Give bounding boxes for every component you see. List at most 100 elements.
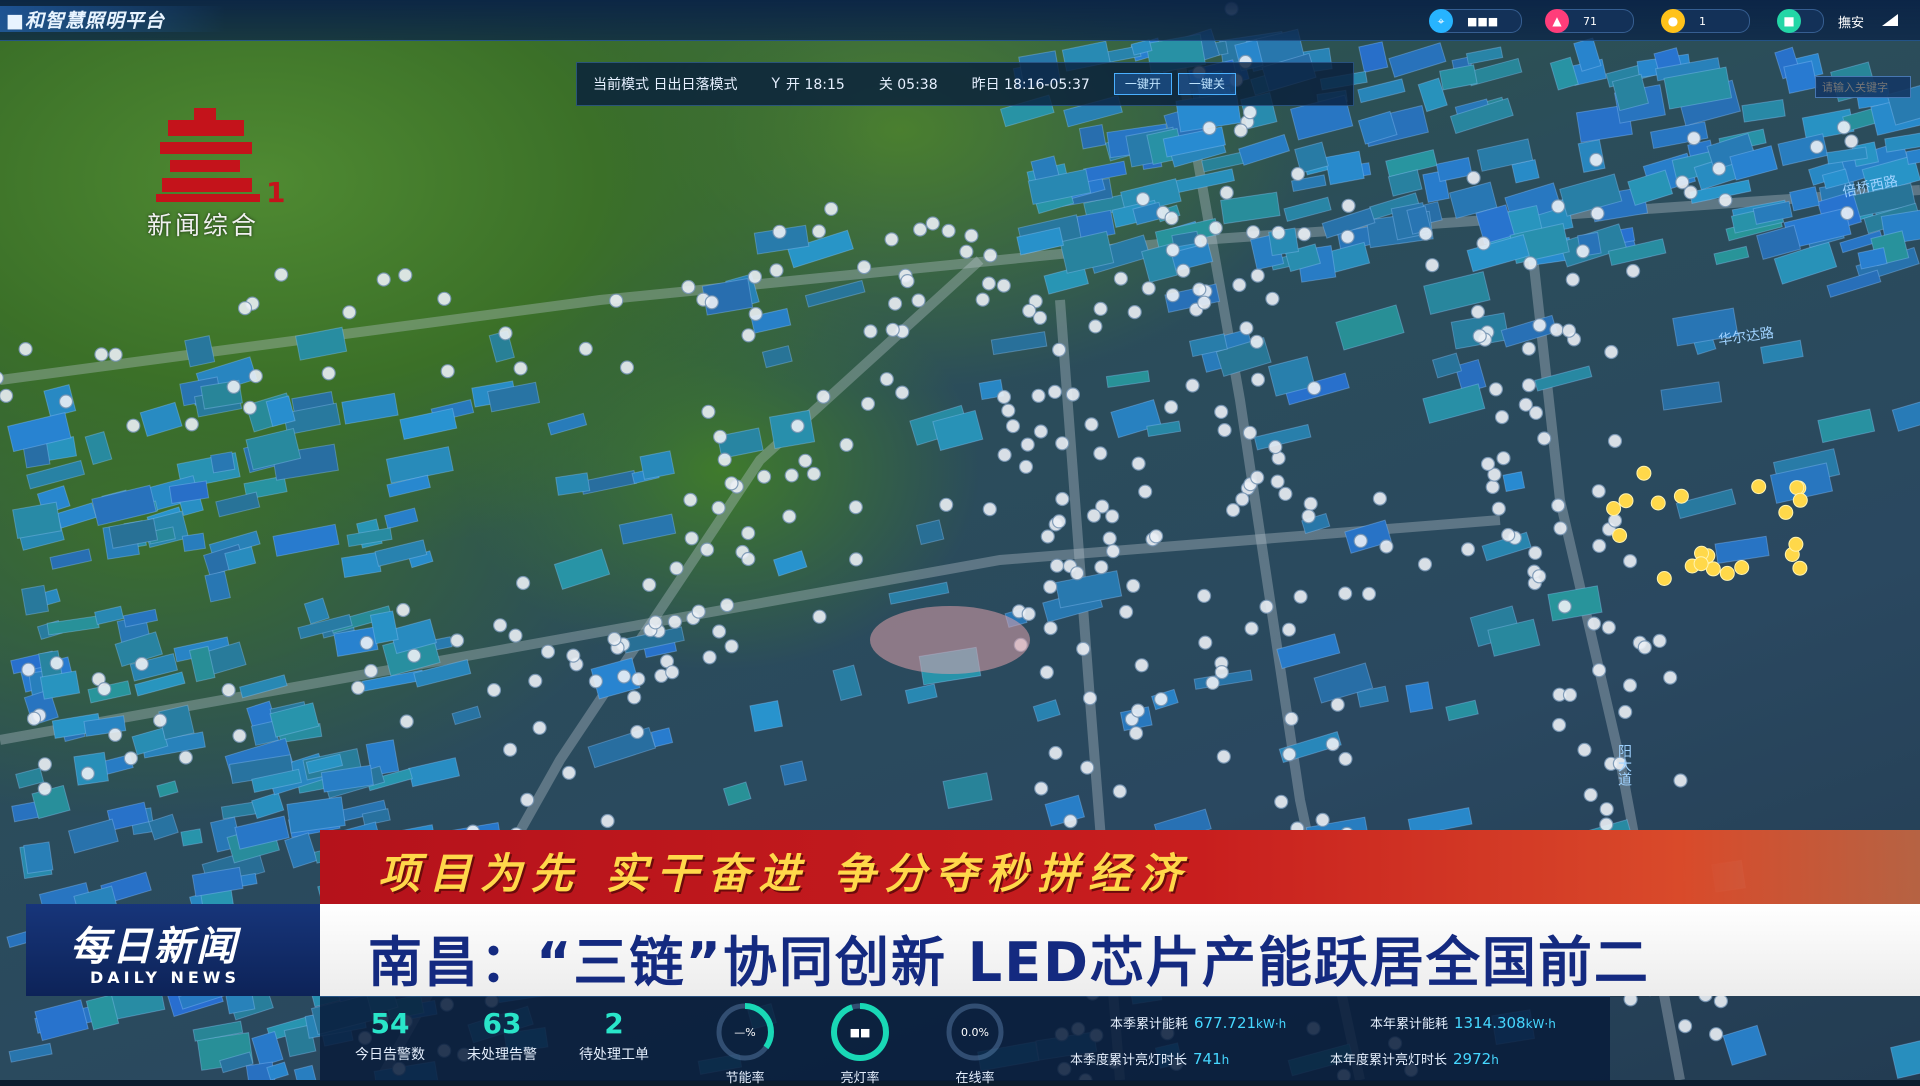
- map-building: [84, 430, 113, 466]
- street-lamp-marker: [578, 341, 593, 356]
- map-building: [1627, 169, 1674, 207]
- street-lamp-marker: [798, 453, 813, 468]
- street-lamp-marker: [848, 552, 864, 567]
- map-building: [587, 726, 657, 769]
- map-building: [1445, 699, 1479, 722]
- street-lamp-marker: [1051, 514, 1067, 529]
- street-lamp-marker: [1268, 439, 1283, 455]
- street-lamp-marker: [108, 347, 123, 362]
- map-building: [1388, 42, 1447, 78]
- top-stat-alarms[interactable]: ▲ 71: [1545, 9, 1634, 33]
- street-lamp-marker: [665, 665, 680, 680]
- search-input[interactable]: [1815, 76, 1911, 98]
- street-lamp-marker: [588, 674, 604, 689]
- map-building: [46, 615, 100, 636]
- map-building: [1890, 1033, 1920, 1079]
- top-stat-lights[interactable]: ⌖ ■■■: [1429, 9, 1522, 33]
- gauge-energy-saving[interactable]: —% 节能率: [705, 999, 785, 1086]
- street-lamp-marker: [1577, 742, 1592, 758]
- gauge-light-on-rate[interactable]: ■■ 亮灯率: [820, 999, 900, 1086]
- street-lamp-marker: [627, 690, 642, 705]
- street-lamp-marker: [996, 389, 1012, 405]
- street-lamp-marker: [1307, 381, 1322, 396]
- map-building: [1055, 570, 1123, 609]
- kpi-today-alarms[interactable]: 54 今日告警数: [340, 1007, 440, 1064]
- close-all-button[interactable]: 一键关: [1177, 73, 1236, 95]
- street-lamp-marker: [108, 727, 123, 742]
- map-label-road: 阳大道: [1616, 744, 1632, 786]
- statistics-panel: 54 今日告警数 63 未处理告警 2 待处理工单 —% 节能率 ■■ 亮灯率 …: [320, 996, 1610, 1086]
- street-lamp-marker: [1246, 225, 1261, 240]
- map-building: [1741, 99, 1786, 123]
- news-headline: 南昌：“三链”协同创新 LED芯片产能跃居全国前二: [368, 931, 1650, 994]
- user-name[interactable]: 撫安: [1838, 12, 1864, 31]
- alarm-icon: ▲: [1545, 9, 1569, 33]
- street-lamp-marker: [981, 276, 997, 291]
- street-lamp-marker: [1470, 304, 1486, 319]
- map-building: [722, 781, 752, 807]
- street-lamp-marker: [1250, 268, 1265, 283]
- street-lamp-marker: [1379, 539, 1394, 554]
- lighting-mode-panel: 当前模式 日出日落模式 Y 开 18:15 关 05:38 昨日 18:16-0…: [576, 62, 1354, 106]
- top-stat-status[interactable]: ■: [1777, 9, 1824, 33]
- street-lamp-marker: [1197, 295, 1212, 310]
- program-logo: 每日新闻 DAILY NEWS: [26, 904, 320, 996]
- map-building: [21, 584, 50, 616]
- street-lamp-marker: [887, 296, 903, 311]
- street-lamp-marker: [1549, 322, 1564, 337]
- street-lamp-marker: [37, 757, 53, 772]
- street-lamp-marker: [860, 396, 876, 411]
- street-lamp-marker: [1018, 459, 1034, 474]
- map-building: [67, 818, 119, 854]
- map-building: [1713, 245, 1750, 266]
- map-building: [1547, 585, 1603, 622]
- map-building: [1502, 471, 1526, 493]
- map-building: [942, 772, 993, 810]
- street-lamp-marker: [1637, 640, 1652, 655]
- street-lamp-marker: [503, 742, 518, 757]
- open-all-button[interactable]: 一键开: [1113, 73, 1172, 95]
- top-stat-bulbs[interactable]: ● 1: [1661, 9, 1750, 33]
- street-lamp-marker: [704, 295, 719, 310]
- street-lamp-marker: [1242, 425, 1258, 440]
- street-lamp-marker: [711, 500, 726, 515]
- map-building: [284, 832, 318, 869]
- street-lamp-marker: [1553, 521, 1568, 536]
- street-lamp-marker: [1217, 423, 1232, 438]
- street-lamp-marker: [1080, 760, 1095, 775]
- gauge-value: 0.0%: [961, 1026, 989, 1039]
- energy-unit: h: [1221, 1053, 1230, 1067]
- street-lamp-marker: [376, 272, 391, 287]
- street-lamp-marker: [1586, 616, 1602, 631]
- map-building: [156, 780, 179, 798]
- street-lamp-marker: [1076, 641, 1091, 657]
- street-lamp-marker: [184, 417, 199, 432]
- street-lamp-marker: [1130, 703, 1146, 718]
- street-lamp-marker: [824, 201, 839, 216]
- map-building: [1358, 41, 1389, 73]
- gauge-label: 亮灯率: [840, 1071, 880, 1086]
- street-lamp-marker: [699, 542, 715, 557]
- kpi-pending-orders[interactable]: 2 待处理工单: [564, 1007, 664, 1064]
- street-lamp-marker: [1583, 787, 1598, 803]
- energy-value: 741: [1193, 1050, 1222, 1068]
- street-lamp-marker: [1836, 120, 1852, 135]
- street-lamp-marker: [701, 404, 716, 419]
- map-building: [122, 608, 159, 628]
- street-lamp-marker: [440, 364, 455, 379]
- street-lamp-marker: [226, 379, 241, 394]
- street-lamp-marker: [94, 347, 109, 362]
- kpi-unhandled-alarms[interactable]: 63 未处理告警: [452, 1007, 552, 1064]
- street-lamp-marker: [863, 324, 878, 339]
- lit-lamp-marker: [1719, 565, 1735, 581]
- map-building: [272, 523, 340, 557]
- street-lamp-marker: [407, 648, 422, 663]
- street-lamp-marker: [1417, 557, 1433, 572]
- year-energy: 本年累计能耗 1314.308kW·h: [1370, 1013, 1556, 1032]
- gauge-online-rate[interactable]: 0.0% 在线率: [935, 999, 1015, 1086]
- street-lamp-marker: [711, 624, 727, 639]
- lit-lamp-marker: [1693, 556, 1709, 572]
- street-lamp-marker: [248, 369, 263, 384]
- street-lamp-marker: [1686, 131, 1702, 146]
- gauge-value: ■■: [850, 1026, 871, 1039]
